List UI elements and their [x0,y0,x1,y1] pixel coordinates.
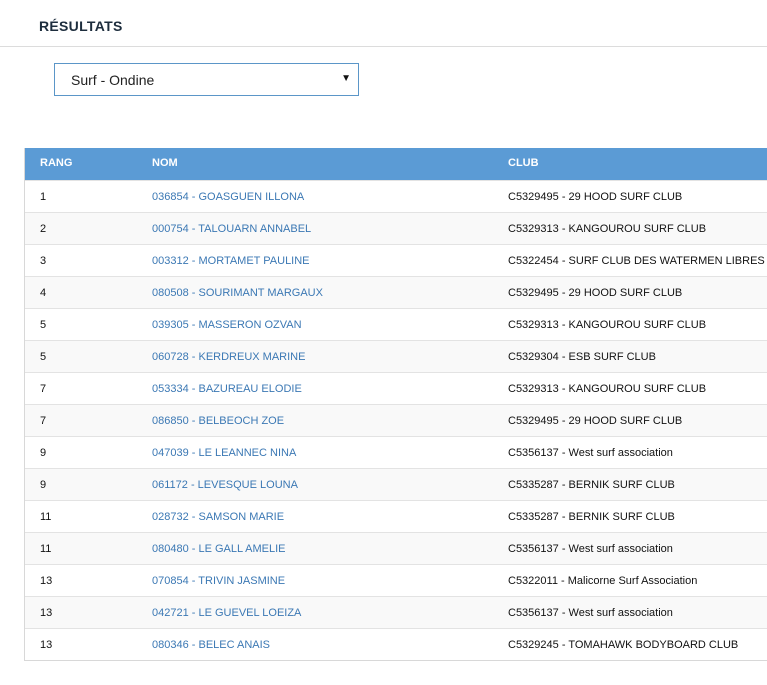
club-cell: C5335287 - BERNIK SURF CLUB [508,479,675,491]
column-header-club[interactable]: CLUB [508,157,539,169]
athlete-link[interactable]: 028732 - SAMSON MARIE [152,511,284,523]
club-cell: C5329304 - ESB SURF CLUB [508,351,656,363]
caret-down-icon: ▼ [341,73,351,84]
club-cell: C5322454 - SURF CLUB DES WATERMEN LIBRES [508,255,765,267]
table-row: 4 080508 - SOURIMANT MARGAUX C5329495 - 29… [25,276,767,308]
club-cell: C5329495 - 29 HOOD SURF CLUB [508,191,683,203]
athlete-link[interactable]: 000754 - TALOUARN ANNABEL [152,223,311,235]
rank-cell: 7 [40,383,47,395]
table-row: 13 070854 - TRIVIN JASMINE C5322011 - Mali… [25,564,767,596]
page-title: RÉSULTATS [39,18,123,34]
rank-cell: 4 [40,287,47,299]
table-row: 5 060728 - KERDREUX MARINE C5329304 - ESB … [25,340,767,372]
table-row: 7 053334 - BAZUREAU ELODIE C5329313 - KANG… [25,372,767,404]
table-row: 11 028732 - SAMSON MARIE C5335287 - BERNIK… [25,500,767,532]
rank-cell: 13 [40,639,53,651]
athlete-link[interactable]: 053334 - BAZUREAU ELODIE [152,383,302,395]
rank-cell: 9 [40,479,47,491]
athlete-link[interactable]: 080480 - LE GALL AMELIE [152,543,286,555]
club-cell: C5329495 - 29 HOOD SURF CLUB [508,415,683,427]
club-cell: C5329495 - 29 HOOD SURF CLUB [508,287,683,299]
table-row: 11 080480 - LE GALL AMELIE C5356137 - West… [25,532,767,564]
club-cell: C5329313 - KANGOUROU SURF CLUB [508,223,707,235]
table-row: 13 042721 - LE GUEVEL LOEIZA C5356137 - We… [25,596,767,628]
club-cell: C5335287 - BERNIK SURF CLUB [508,511,675,523]
table-body: 1 036854 - GOASGUEN ILLONA C5329495 - 29 H… [25,180,767,660]
rank-cell: 5 [40,319,47,331]
athlete-link[interactable]: 070854 - TRIVIN JASMINE [152,575,285,587]
column-header-nom[interactable]: NOM [152,157,178,169]
club-cell: C5329313 - KANGOUROU SURF CLUB [508,319,707,331]
athlete-link[interactable]: 060728 - KERDREUX MARINE [152,351,305,363]
rank-cell: 13 [40,575,53,587]
table-row: 3 003312 - MORTAMET PAULINE C5322454 - SUR… [25,244,767,276]
athlete-link[interactable]: 061172 - LEVESQUE LOUNA [152,479,298,491]
athlete-link[interactable]: 086850 - BELBEOCH ZOE [152,415,284,427]
table-row: 1 036854 - GOASGUEN ILLONA C5329495 - 29 H… [25,180,767,212]
club-cell: C5322011 - Malicorne Surf Association [508,575,698,587]
table-row: 9 047039 - LE LEANNEC NINA C5356137 - West… [25,436,767,468]
rank-cell: 11 [40,543,52,555]
table-row: 5 039305 - MASSERON OZVAN C5329313 - KANGO… [25,308,767,340]
rank-cell: 5 [40,351,47,363]
event-select-value: Surf - Ondine [71,72,155,88]
rank-cell: 11 [40,511,52,523]
page-header: RÉSULTATS [0,0,767,47]
rank-cell: 7 [40,415,47,427]
column-header-rang[interactable]: RANG [40,157,72,169]
athlete-link[interactable]: 080508 - SOURIMANT MARGAUX [152,287,323,299]
club-cell: C5329313 - KANGOUROU SURF CLUB [508,383,707,395]
athlete-link[interactable]: 080346 - BELEC ANAIS [152,639,270,651]
club-cell: C5329245 - TOMAHAWK BODYBOARD CLUB [508,639,739,651]
rank-cell: 13 [40,607,53,619]
table-header: RANG NOM CLUB [25,148,767,180]
table-row: 2 000754 - TALOUARN ANNABEL C5329313 - KAN… [25,212,767,244]
club-cell: C5356137 - West surf association [508,447,673,459]
athlete-link[interactable]: 003312 - MORTAMET PAULINE [152,255,310,267]
rank-cell: 2 [40,223,47,235]
event-select[interactable]: Surf - Ondine ▼ [54,63,359,96]
athlete-link[interactable]: 047039 - LE LEANNEC NINA [152,447,296,459]
rank-cell: 9 [40,447,47,459]
rank-cell: 3 [40,255,47,267]
table-row: 7 086850 - BELBEOCH ZOE C5329495 - 29 HOOD… [25,404,767,436]
results-table: RANG NOM CLUB 1 036854 - GOASGUEN ILLONA C… [24,148,767,661]
table-row: 13 080346 - BELEC ANAIS C5329245 - TOMAHAW… [25,628,767,660]
athlete-link[interactable]: 036854 - GOASGUEN ILLONA [152,191,304,203]
club-cell: C5356137 - West surf association [508,543,673,555]
athlete-link[interactable]: 039305 - MASSERON OZVAN [152,319,302,331]
rank-cell: 1 [40,191,47,203]
athlete-link[interactable]: 042721 - LE GUEVEL LOEIZA [152,607,301,619]
club-cell: C5356137 - West surf association [508,607,673,619]
table-row: 9 061172 - LEVESQUE LOUNA C5335287 - BERNI… [25,468,767,500]
